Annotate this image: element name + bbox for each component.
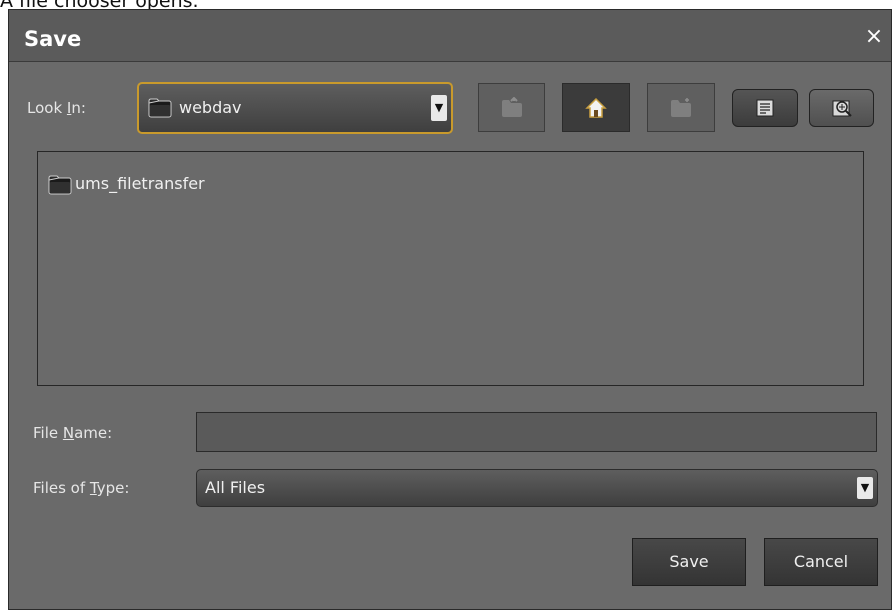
file-name-label: File Name:	[33, 424, 113, 442]
chevron-down-icon[interactable]: ▼	[431, 95, 447, 121]
details-view-icon	[832, 100, 852, 117]
title-bar: Save ×	[9, 10, 891, 62]
home-button[interactable]	[562, 83, 630, 132]
home-icon	[585, 97, 607, 118]
look-in-combo[interactable]: webdav ▼	[137, 82, 453, 134]
list-item-label: ums_filetransfer	[75, 174, 205, 193]
new-folder-icon	[671, 97, 691, 117]
save-dialog: Save × Look In: webdav ▼ ums_filetransfe…	[8, 9, 892, 610]
files-of-type-combo[interactable]: All Files ▼	[196, 469, 878, 507]
files-of-type-value: All Files	[205, 478, 266, 497]
file-list[interactable]: ums_filetransfer	[37, 151, 864, 386]
folder-icon	[48, 175, 72, 195]
file-name-field[interactable]	[196, 412, 877, 452]
folder-up-icon	[501, 96, 522, 117]
list-view-icon	[756, 99, 774, 117]
save-button[interactable]: Save	[632, 538, 746, 586]
chevron-down-icon[interactable]: ▼	[857, 477, 873, 499]
files-of-type-label: Files of Type:	[33, 479, 130, 497]
new-folder-button[interactable]	[647, 83, 715, 132]
dialog-title: Save	[24, 27, 82, 51]
list-item[interactable]: ums_filetransfer	[48, 174, 278, 196]
cancel-button[interactable]: Cancel	[764, 538, 878, 586]
close-icon[interactable]: ×	[863, 26, 885, 48]
folder-icon	[148, 98, 172, 118]
details-view-button[interactable]	[809, 89, 874, 127]
list-view-button[interactable]	[732, 89, 798, 127]
look-in-label: Look In:	[27, 99, 86, 117]
up-one-level-button[interactable]	[478, 83, 545, 132]
look-in-value: webdav	[179, 98, 242, 117]
